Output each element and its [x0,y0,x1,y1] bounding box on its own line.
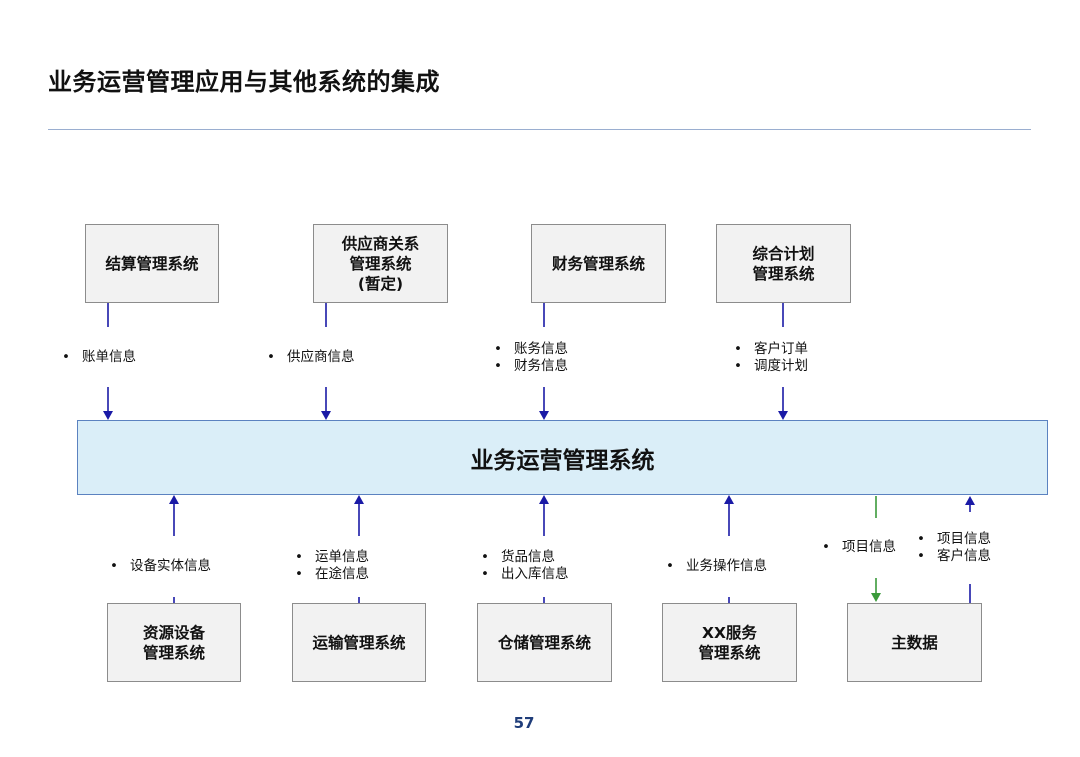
system-box-resource-equipment[interactable]: 资源设备 管理系统 [107,603,241,682]
flow-item: 业务操作信息 [666,558,767,575]
arrowhead-xx-service [724,495,734,504]
system-box-warehouse[interactable]: 仓储管理系统 [477,603,612,682]
system-label: XX服务 管理系统 [698,623,761,662]
flow-list-master-data-up: 项目信息 客户信息 [917,531,991,565]
flow-item: 在途信息 [295,566,369,583]
flow-item: 账单信息 [62,349,136,366]
arrowhead-transport [354,495,364,504]
system-box-supplier-relationship[interactable]: 供应商关系 管理系统 (暂定) [313,224,448,303]
flow-list-supplier: 供应商信息 [267,349,355,366]
flow-list-resource: 设备实体信息 [110,558,211,575]
arrowhead-master-data-down [871,593,881,602]
flow-item: 供应商信息 [267,349,355,366]
system-label: 主数据 [891,633,938,652]
central-system-label: 业务运营管理系统 [470,447,655,474]
flow-item: 设备实体信息 [110,558,211,575]
flow-list-xx-service: 业务操作信息 [666,558,767,575]
flow-item: 运单信息 [295,549,369,566]
flow-item: 出入库信息 [481,566,569,583]
system-label: 运输管理系统 [312,633,406,652]
system-box-settlement[interactable]: 结算管理系统 [85,224,219,303]
flow-item: 财务信息 [494,358,568,375]
central-system-box[interactable]: 业务运营管理系统 [77,420,1048,495]
flow-list-warehouse: 货品信息 出入库信息 [481,549,569,583]
system-label: 仓储管理系统 [497,633,591,652]
flow-list-transport: 运单信息 在途信息 [295,549,369,583]
flow-item: 账务信息 [494,341,568,358]
arrowhead-planning [778,411,788,420]
system-box-transport[interactable]: 运输管理系统 [292,603,426,682]
flow-list-finance: 账务信息 财务信息 [494,341,568,375]
flow-item: 客户信息 [917,548,991,565]
system-label: 财务管理系统 [551,254,645,273]
flow-item: 调度计划 [734,358,808,375]
system-label: 资源设备 管理系统 [142,623,205,662]
flow-item: 项目信息 [917,531,991,548]
flow-list-master-data-down: 项目信息 [822,539,896,556]
page-number: 57 [513,714,535,732]
flow-item: 货品信息 [481,549,569,566]
system-label: 综合计划 管理系统 [752,244,815,283]
system-box-integrated-planning[interactable]: 综合计划 管理系统 [716,224,851,303]
flow-item: 项目信息 [822,539,896,556]
arrowhead-warehouse [539,495,549,504]
system-box-finance[interactable]: 财务管理系统 [531,224,666,303]
arrowhead-settlement [103,411,113,420]
system-label: 供应商关系 管理系统 (暂定) [341,234,420,293]
flow-list-settlement: 账单信息 [62,349,136,366]
flow-item: 客户订单 [734,341,808,358]
system-box-xx-service[interactable]: XX服务 管理系统 [662,603,797,682]
system-box-master-data[interactable]: 主数据 [847,603,982,682]
flow-list-planning: 客户订单 调度计划 [734,341,808,375]
system-label: 结算管理系统 [105,254,199,273]
arrowhead-finance [539,411,549,420]
arrowhead-master-data-up [965,496,975,505]
arrowhead-supplier [321,411,331,420]
arrowhead-resource [169,495,179,504]
